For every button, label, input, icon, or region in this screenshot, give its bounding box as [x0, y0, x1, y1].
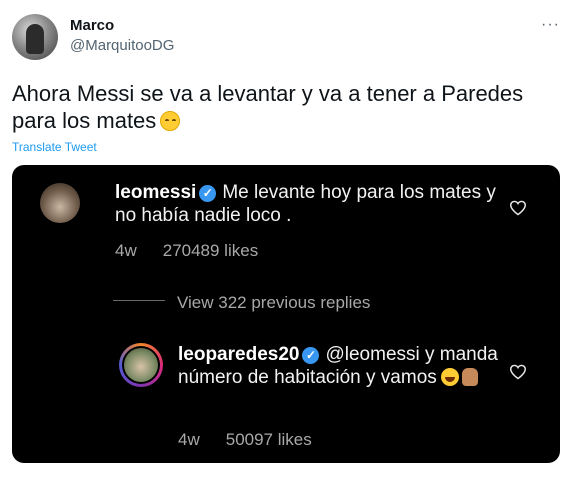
author-avatar[interactable] — [12, 14, 58, 60]
leoparedes20-avatar — [119, 343, 163, 387]
translate-tweet-link[interactable]: Translate Tweet — [12, 140, 97, 154]
verified-badge-icon: ✓ — [199, 185, 217, 202]
leomessi-avatar — [40, 183, 80, 223]
leoparedes20-reply: leoparedes20 ✓ @leomessi y manda número de… — [178, 343, 518, 389]
author-display-name[interactable]: Marco — [70, 17, 114, 34]
comment-time: 4w — [115, 241, 137, 260]
instagram-comments-image: leomessi ✓ Me levante hoy para los mates y… — [12, 165, 560, 463]
tweet-text: Ahora Messi se va a levantar y va a tene… — [12, 80, 572, 134]
leomessi-username: leomessi — [115, 182, 197, 203]
comment-likes: 270489 likes — [162, 241, 259, 260]
tweet: Marco @MarquitooDG ··· Ahora Messi se va… — [0, 0, 580, 478]
author-handle[interactable]: @MarquitooDG — [70, 37, 174, 54]
leoparedes20-reply-meta: 4w 50097 likes — [178, 430, 312, 450]
view-previous-replies: View 322 previous replies — [177, 293, 371, 312]
replies-divider — [113, 300, 165, 301]
leomessi-comment: leomessi ✓ Me levante hoy para los mates y… — [115, 181, 515, 227]
verified-badge-icon: ✓ — [302, 347, 320, 364]
heart-icon — [509, 200, 527, 216]
leoparedes20-username: leoparedes20 — [178, 344, 300, 365]
reply-likes: 50097 likes — [225, 430, 312, 449]
tweet-text-content: Ahora Messi se va a levantar y va a tene… — [12, 81, 524, 133]
waving-hand-emoji — [461, 368, 478, 386]
leomessi-comment-meta: 4w 270489 likes — [115, 241, 258, 261]
face-with-tears-of-joy-emoji — [440, 368, 459, 386]
reply-time: 4w — [178, 430, 200, 449]
heart-icon — [509, 364, 527, 380]
more-options-icon[interactable]: ··· — [541, 16, 560, 34]
relieved-face-emoji — [160, 111, 181, 131]
